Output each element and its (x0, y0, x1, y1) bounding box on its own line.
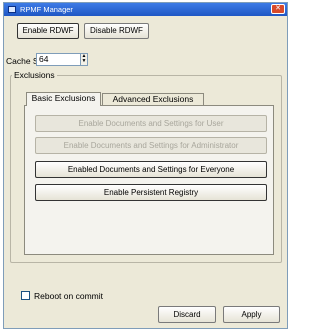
window-title: RPMF Manager (20, 5, 73, 14)
apply-button[interactable]: Apply (223, 306, 280, 323)
discard-button[interactable]: Discard (158, 306, 216, 323)
cache-size-stepper[interactable]: ▲ ▼ (80, 53, 88, 66)
enable-docs-settings-everyone-button[interactable]: Enabled Documents and Settings for Every… (35, 161, 267, 178)
cache-size-input[interactable]: 64 (36, 53, 82, 66)
reboot-on-commit-label: Reboot on commit (34, 291, 103, 301)
enable-docs-settings-user-button[interactable]: Enable Documents and Settings for User (35, 115, 267, 132)
enable-persistent-registry-button[interactable]: Enable Persistent Registry (35, 184, 267, 201)
exclusions-legend: Exclusions (12, 70, 57, 80)
tab-basic-exclusions[interactable]: Basic Exclusions (26, 92, 101, 106)
reboot-on-commit-checkbox[interactable] (21, 291, 30, 300)
enable-rdwf-button[interactable]: Enable RDWF (17, 23, 79, 39)
title-bar[interactable]: RPMF Manager ✕ (4, 3, 287, 16)
enable-docs-settings-admin-button[interactable]: Enable Documents and Settings for Admini… (35, 137, 267, 154)
rpmf-manager-window: RPMF Manager ✕ Enable RDWF Disable RDWF … (3, 2, 288, 329)
stepper-down-icon[interactable]: ▼ (81, 59, 87, 64)
app-icon (8, 6, 16, 13)
close-icon[interactable]: ✕ (271, 4, 285, 14)
disable-rdwf-button[interactable]: Disable RDWF (84, 23, 149, 39)
